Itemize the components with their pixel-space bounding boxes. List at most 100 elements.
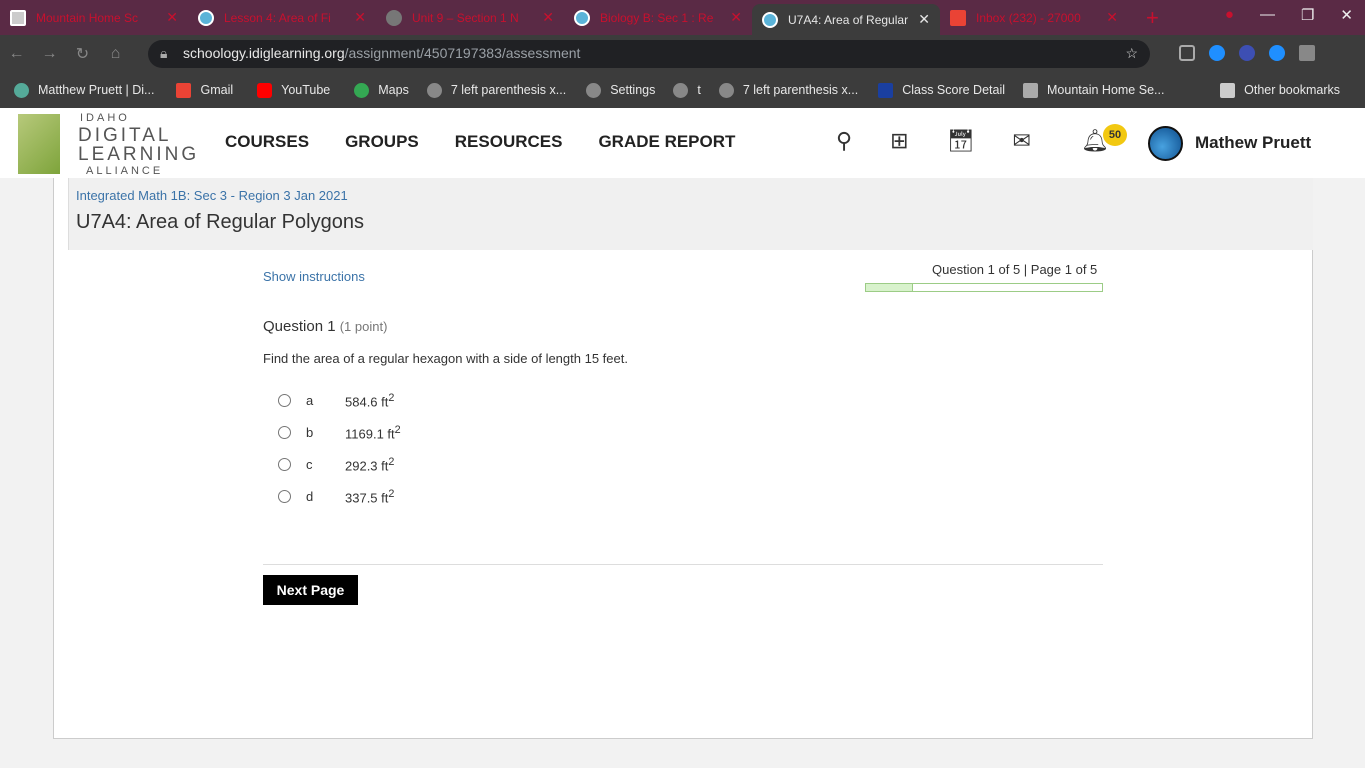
tab-title: U7A4: Area of Regular [788,12,909,27]
page-title: U7A4: Area of Regular Polygons [76,211,364,233]
apps-grid-icon[interactable]: ⊞ [890,128,908,154]
tab[interactable]: Mountain Home Sc ✕ [0,0,188,35]
shield-extension-icon[interactable] [1179,45,1195,61]
radio-b[interactable] [278,426,291,440]
close-tab-icon[interactable]: ✕ [918,11,930,28]
schoology-icon [762,11,778,28]
tab-title: Mountain Home Sc [36,10,139,25]
url-path: /assignment/4507197383/assessment [344,45,581,61]
show-instructions-link[interactable]: Show instructions [263,269,365,284]
extension-icon[interactable] [1209,45,1225,61]
question-heading: Question 1 (1 point) [263,318,387,335]
search-icon[interactable]: ⚲ [836,128,852,154]
minimize-icon[interactable]: — [1260,6,1275,24]
option-letter: c [306,457,313,473]
assessment-page: Integrated Math 1B: Sec 3 - Region 3 Jan… [53,178,1313,739]
restore-icon[interactable]: ❐ [1301,6,1314,24]
answer-option-a[interactable]: a 584.6 ft2 [278,392,394,409]
reload-icon[interactable]: ↻ [66,44,99,64]
close-tab-icon[interactable]: ✕ [354,9,366,26]
tab-title: Unit 9 – Section 1 N [412,10,519,25]
avatar[interactable] [1148,126,1183,161]
extension-icon[interactable] [1269,45,1285,61]
bookmark[interactable]: Gmail [176,82,234,98]
folder-icon [1220,82,1236,98]
answer-option-c[interactable]: c 292.3 ft2 [278,456,394,473]
next-page-button[interactable]: Next Page [263,575,358,605]
bookmark[interactable]: Settings [586,82,655,98]
bookmark[interactable]: YouTube [257,82,331,98]
user-name[interactable]: Mathew Pruett [1195,133,1311,153]
bookmark[interactable]: Mountain Home Se... [1023,82,1165,98]
schoology-icon [198,9,214,26]
other-bookmarks[interactable]: Other bookmarks [1220,82,1340,98]
logo-text: ALLIANCE [86,165,164,177]
mail-icon[interactable]: ✉ [1013,128,1031,154]
bookmarks-bar: Matthew Pruett | Di... Gmail YouTube Map… [0,72,1365,108]
option-letter: a [306,393,314,409]
close-tab-icon[interactable]: ✕ [1106,9,1118,26]
url-input[interactable]: 🔒︎ schoology.idiglearning.org/assignment/… [148,40,1150,68]
answer-option-b[interactable]: b 1169.1 ft2 [278,424,401,441]
bookmark-icon [1023,82,1039,98]
progress-bar [865,283,1103,292]
bookmark[interactable]: Matthew Pruett | Di... [14,82,154,98]
question-count: Question 1 of 5 | Page 1 of 5 [932,262,1098,277]
close-tab-icon[interactable]: ✕ [166,9,178,26]
gmail-icon [950,9,966,26]
close-tab-icon[interactable]: ✕ [730,9,742,26]
answer-option-d[interactable]: d 337.5 ft2 [278,488,394,505]
bookmark-label: Mountain Home Se... [1047,83,1165,97]
bookmark-label: YouTube [281,83,331,97]
bookmark[interactable]: Maps [354,82,409,98]
calendar-icon[interactable]: 📅︎ [947,128,975,154]
maps-icon [354,82,370,98]
radio-c[interactable] [278,458,291,472]
puzzle-icon[interactable] [1299,45,1315,61]
back-icon[interactable]: ← [0,45,33,63]
radio-a[interactable] [278,394,291,408]
star-icon[interactable]: ☆ [1125,45,1138,62]
idla-logo[interactable]: IDAHO DIGITAL LEARNING ALLIANCE [18,112,196,177]
tab-active[interactable]: U7A4: Area of Regular ✕ [752,4,940,35]
bookmark[interactable]: t [673,82,701,98]
close-window-icon[interactable]: ✕ [1340,6,1353,24]
tab[interactable]: Lesson 4: Area of Fi ✕ [188,0,376,35]
profile-icon[interactable]: ● [1225,6,1234,24]
bookmark-label: 7 left parenthesis x... [742,83,859,97]
bookmark-label: Class Score Detail [902,83,1006,97]
progress-fill [866,284,914,291]
radio-d[interactable] [278,490,291,504]
lock-icon: 🔒︎ [160,45,168,61]
logo-text: IDAHO [80,112,130,124]
tab[interactable]: Inbox (232) - 27000 ✕ [940,0,1128,35]
bookmark[interactable]: Class Score Detail [878,82,1006,98]
nav-courses[interactable]: COURSES [225,132,309,152]
nav-grade-report[interactable]: GRADE REPORT [598,132,735,152]
tab[interactable]: Biology B: Sec 1 : Re ✕ [564,0,752,35]
option-value: 337.5 ft2 [345,488,395,506]
youtube-icon [257,82,273,98]
address-bar-row: ← → ↻ ⌂ 🔒︎ schoology.idiglearning.org/ass… [0,35,1365,72]
bookmark-label: 7 left parenthesis x... [450,83,567,97]
class-score-icon [878,82,894,98]
bookmark-label: Gmail [200,83,234,97]
k-extension-icon[interactable] [1239,45,1255,61]
bookmark-label: Maps [378,83,409,97]
notification-badge[interactable]: 50 [1103,124,1127,146]
nav-resources[interactable]: RESOURCES [455,132,563,152]
bookmark[interactable]: 7 left parenthesis x... [718,82,859,98]
question-points: (1 point) [339,319,388,334]
option-value: 292.3 ft2 [345,456,395,474]
nav-groups[interactable]: GROUPS [345,132,419,152]
close-tab-icon[interactable]: ✕ [542,9,554,26]
tab-title: Biology B: Sec 1 : Re [600,10,714,25]
question-label: Question 1 [263,318,336,335]
home-icon[interactable]: ⌂ [99,45,132,63]
breadcrumb[interactable]: Integrated Math 1B: Sec 3 - Region 3 Jan… [76,188,348,203]
tab[interactable]: Unit 9 – Section 1 N ✕ [376,0,564,35]
globe-icon [426,82,442,98]
bookmark[interactable]: 7 left parenthesis x... [426,82,567,98]
new-tab-button[interactable]: + [1146,5,1159,31]
forward-icon[interactable]: → [33,45,66,63]
